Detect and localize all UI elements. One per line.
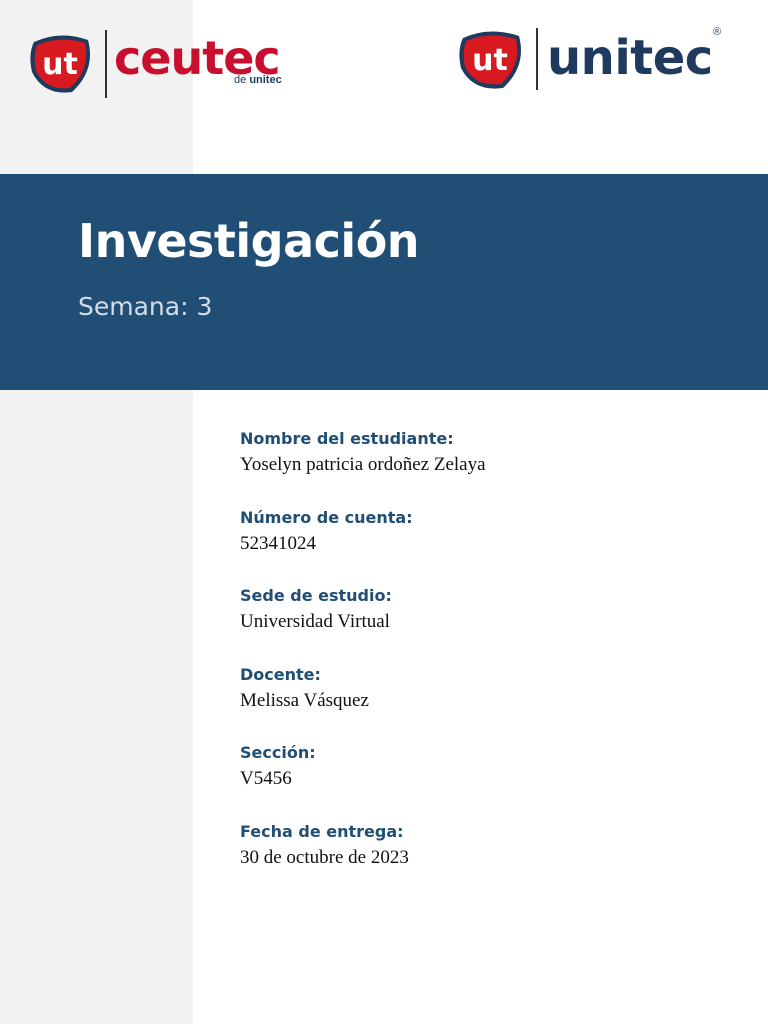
logo-divider	[536, 28, 538, 90]
field-label: Sección:	[240, 743, 316, 762]
field-value: 30 de octubre de 2023	[240, 846, 409, 868]
logo-divider	[105, 30, 107, 98]
field-label: Docente:	[240, 664, 321, 684]
document-title: Investigación	[78, 214, 420, 268]
field-section: Sección: V5456	[240, 742, 740, 821]
field-label: Número de cuenta:	[240, 507, 413, 527]
field-value: Universidad Virtual	[240, 611, 390, 632]
ut-badge-icon: ut	[459, 31, 521, 89]
field-label: Nombre del estudiante:	[240, 429, 454, 448]
field-value: Melissa Vásquez	[240, 689, 369, 711]
field-label: Fecha de entrega:	[240, 821, 404, 841]
field-value: 52341024	[240, 532, 316, 554]
unitec-wordmark: unitec	[547, 30, 713, 86]
field-campus: Sede de estudio: Universidad Virtual	[240, 585, 740, 664]
document-subtitle: Semana: 3	[78, 292, 213, 321]
field-account-number: Número de cuenta: 52341024	[240, 507, 740, 586]
field-value: V5456	[240, 768, 292, 789]
title-banner: Investigación Semana: 3	[0, 174, 768, 390]
registered-mark: ®	[713, 26, 722, 38]
unitec-logo: ut unitec ®	[455, 24, 735, 96]
field-teacher: Docente: Melissa Vásquez	[240, 664, 740, 743]
ceutec-logo: ut ceutec de unitec	[26, 28, 296, 102]
field-student-name: Nombre del estudiante: Yoselyn patricia …	[240, 428, 740, 507]
ceutec-wordmark-light: ceu	[114, 31, 203, 85]
unitec-badge-text: ut	[472, 43, 508, 78]
ceutec-sub-brand: unitec	[249, 74, 282, 86]
ceutec-sub-prefix: de	[234, 74, 247, 86]
ceutec-subtitle: de unitec	[234, 74, 282, 86]
student-info: Nombre del estudiante: Yoselyn patricia …	[240, 428, 740, 899]
ut-badge-icon: ut	[30, 35, 90, 93]
field-label: Sede de estudio:	[240, 586, 392, 605]
ceutec-badge-text: ut	[42, 47, 78, 82]
left-gray-strip	[0, 0, 193, 1024]
field-value: Yoselyn patricia ordoñez Zelaya	[240, 454, 486, 475]
field-due-date: Fecha de entrega: 30 de octubre de 2023	[240, 821, 740, 900]
